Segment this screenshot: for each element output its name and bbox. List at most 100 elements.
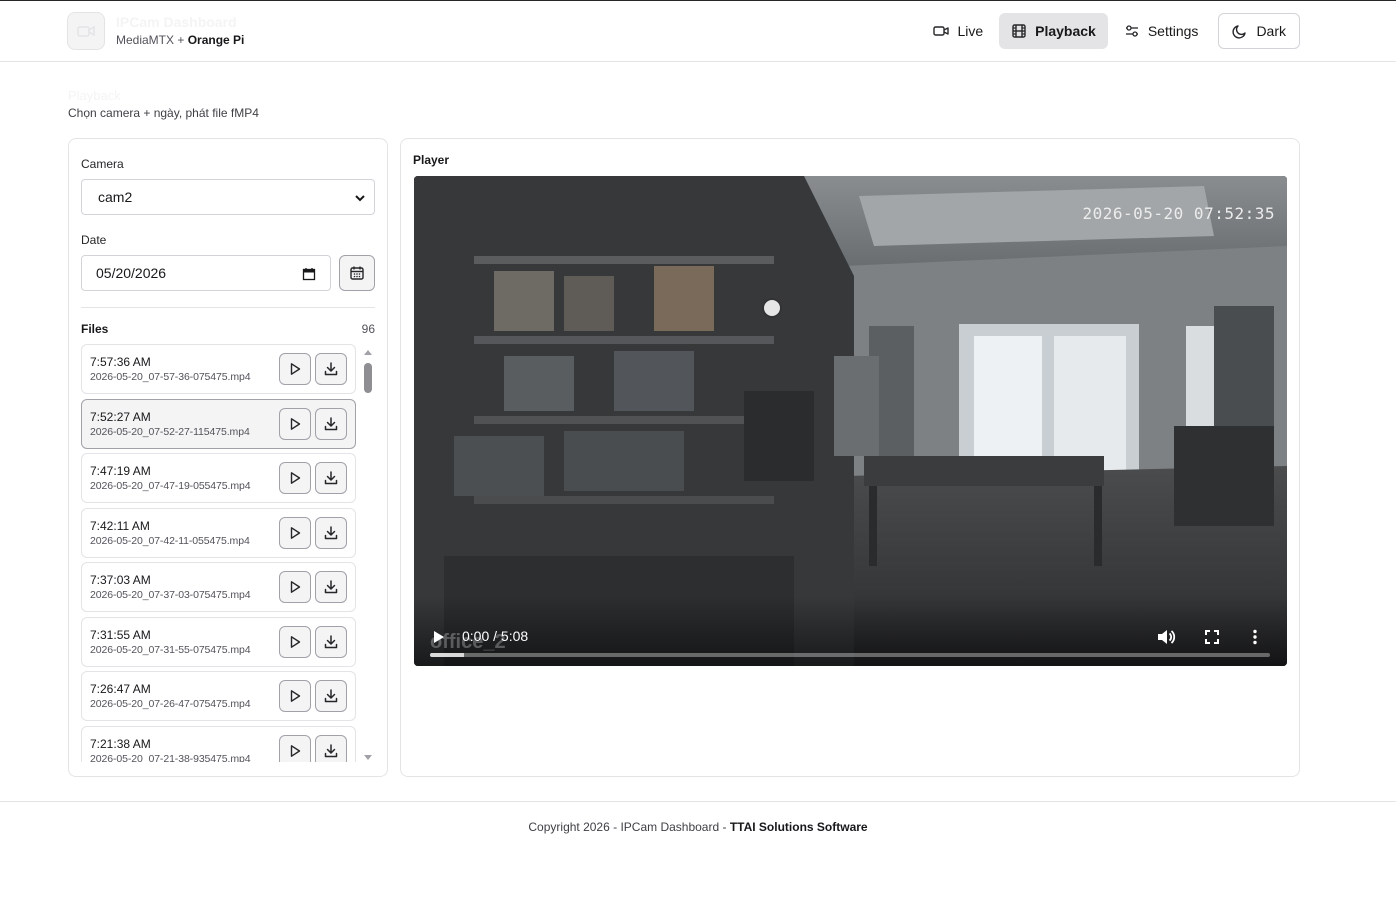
play-file-button[interactable] [279,625,311,658]
file-list-item[interactable]: 7:52:27 AM 2026-05-20_07-52-27-115475.mp4 [81,398,356,449]
fullscreen-icon[interactable] [1204,629,1220,645]
file-time: 7:37:03 AM [90,573,151,587]
company-name: TTAI Solutions Software [729,820,868,834]
timestamp-overlay: 2026-05-20 07:52:35 [1082,204,1275,223]
file-name: 2026-05-20_07-52-27-115475.mp4 [90,425,250,438]
file-name: 2026-05-20_07-42-11-055475.mp4 [90,534,250,547]
download-file-button[interactable] [315,353,347,385]
play-file-button[interactable] [279,407,311,440]
file-list-scrollbar[interactable] [361,347,375,763]
camera-select[interactable]: cam2 [81,179,375,215]
download-icon [324,634,338,648]
download-icon [324,525,338,539]
file-list-item[interactable]: 7:21:38 AM 2026-05-20_07-21-38-935475.mp4 [81,725,356,763]
video-player[interactable]: 2026-05-20 07:52:35 0:00 / 5:08 office_2 [414,176,1287,666]
file-list-item[interactable]: 7:37:03 AM 2026-05-20_07-37-03-075475.mp4 [81,562,356,612]
player-panel: Player 2026-05-20 07:52:35 0:00 / 5:08 o… [400,138,1300,777]
files-header: Files 96 [81,322,375,336]
play-file-button[interactable] [279,571,311,603]
video-controls: 0:00 / 5:08 [414,596,1287,666]
app-header: IPCam Dashboard MediaMTX + Orange Pi Liv… [0,1,1396,62]
file-list-item[interactable]: 7:57:36 AM 2026-05-20_07-57-36-075475.mp4 [81,344,356,394]
download-file-button[interactable] [315,680,347,712]
file-time: 7:26:47 AM [90,682,151,696]
play-icon [290,690,301,702]
sliders-icon [1125,25,1138,37]
download-icon [324,689,338,703]
play-icon [290,581,301,593]
file-name: 2026-05-20_07-31-55-075475.mp4 [90,643,251,656]
file-time: 7:21:38 AM [90,736,151,751]
files-count: 96 [361,322,375,336]
calendar-icon [350,266,364,280]
theme-toggle-button[interactable]: Dark [1218,13,1300,49]
scroll-down-arrow-icon[interactable] [364,755,372,760]
camera-select-value: cam2 [98,189,133,205]
play-icon [290,744,301,757]
download-file-button[interactable] [315,625,347,658]
download-file-button[interactable] [315,407,347,440]
scroll-up-arrow-icon[interactable] [364,350,372,355]
film-icon [1012,24,1026,38]
date-input-value: 05/20/2026 [96,265,167,281]
nav-settings-button[interactable]: Settings [1112,13,1211,49]
nav-settings-label: Settings [1147,23,1199,39]
download-icon [324,580,338,594]
copyright-text: Copyright 2026 - IPCam Dashboard - TTAI … [528,820,868,834]
calendar-button[interactable] [339,255,375,291]
download-file-button[interactable] [315,571,347,603]
file-name: 2026-05-20_07-26-47-075475.mp4 [90,698,251,710]
file-list-item[interactable]: 7:26:47 AM 2026-05-20_07-26-47-075475.mp4 [81,671,356,721]
more-options-icon[interactable] [1252,629,1258,645]
download-file-button[interactable] [315,516,347,549]
scrollbar-thumb[interactable] [364,363,372,393]
file-time: 7:57:36 AM [90,355,151,369]
play-file-button[interactable] [279,353,311,385]
camera-label: Camera [81,157,124,171]
page-header: Playback Chọn camera + ngày, phát file f… [68,88,259,120]
file-list-item[interactable]: 7:47:19 AM 2026-05-20_07-47-19-055475.mp4 [81,453,356,503]
nav-playback-button[interactable]: Playback [999,13,1108,49]
download-file-button[interactable] [315,734,347,762]
page-footer: Copyright 2026 - IPCam Dashboard - TTAI … [0,801,1396,910]
progress-bar[interactable] [430,653,1270,657]
nav-live-label: Live [957,23,984,39]
play-file-button[interactable] [279,734,311,762]
theme-toggle-label: Dark [1256,23,1286,39]
chevron-down-icon [355,195,365,202]
moon-icon [1232,25,1247,39]
file-time: 7:42:11 AM [90,518,150,533]
filter-divider [81,307,375,308]
file-time: 7:52:27 AM [90,409,151,424]
brand[interactable]: IPCam Dashboard MediaMTX + Orange Pi [67,12,244,50]
file-time: 7:47:19 AM [90,464,151,478]
play-file-button[interactable] [279,462,311,494]
calendar-picker-icon[interactable] [302,267,316,281]
volume-icon[interactable] [1156,628,1176,646]
file-name: 2026-05-20_07-47-19-055475.mp4 [90,480,251,492]
play-file-button[interactable] [279,680,311,712]
page-subtitle: Chọn camera + ngày, phát file fMP4 [68,106,259,120]
date-label: Date [81,233,107,247]
file-list-item[interactable]: 7:42:11 AM 2026-05-20_07-42-11-055475.mp4 [81,507,356,558]
file-list[interactable]: 7:57:36 AM 2026-05-20_07-57-36-075475.mp4… [81,344,357,762]
play-file-button[interactable] [279,516,311,549]
nav-live-button[interactable]: Live [921,13,995,49]
play-icon [290,472,301,484]
download-file-button[interactable] [315,462,347,494]
video-camera-icon [933,26,950,36]
file-name: 2026-05-20_07-37-03-075475.mp4 [90,589,251,601]
file-name: 2026-05-20_07-21-38-935475.mp4 [90,752,251,763]
filter-panel: Camera cam2 Date 05/20/2026 Files 96 7:5… [68,138,388,777]
play-icon [290,635,301,648]
date-input[interactable]: 05/20/2026 [81,255,331,291]
app-subtitle: MediaMTX + Orange Pi [116,33,245,47]
download-icon [324,362,338,376]
file-list-item[interactable]: 7:31:55 AM 2026-05-20_07-31-55-075475.mp4 [81,616,356,667]
play-icon [290,363,301,375]
camera-name-overlay: office_2 [430,631,506,653]
download-icon [324,743,338,757]
main-nav: Live Playback Settings Dark [917,13,1300,49]
camera-logo-icon [67,12,105,50]
download-icon [324,416,338,430]
